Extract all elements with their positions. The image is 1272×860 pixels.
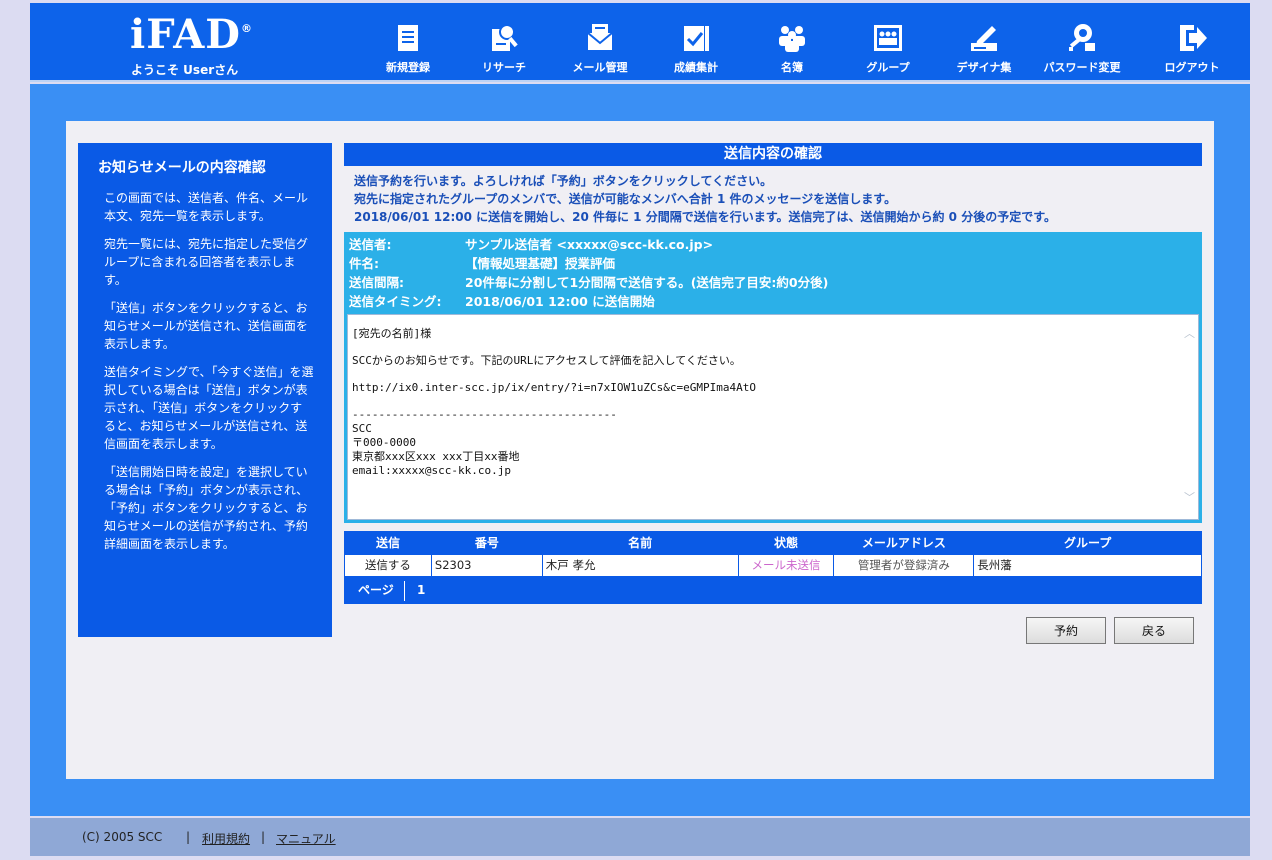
cell-status: メール未送信 xyxy=(737,553,835,577)
nav-group[interactable]: グループ xyxy=(840,21,936,79)
message-line: 東京都xxx区xxx xxx丁目xx番地 xyxy=(352,450,520,463)
interval-row: 送信間隔: 20件毎に分割して1分間隔で送信する。(送信完了目安:約0分後) xyxy=(347,273,1199,292)
footer-separator: | xyxy=(186,830,191,844)
nav-password-change[interactable]: パスワード変更 xyxy=(1034,21,1130,79)
table-header-row: 送信 番号 名前 状態 メールアドレス グループ xyxy=(345,531,1202,554)
nav-label: リサーチ xyxy=(482,61,526,74)
main-content: 送信内容の確認 送信予約を行います。よろしければ「予約」ボタンをクリックしてくだ… xyxy=(344,143,1202,604)
cell-send: 送信する xyxy=(344,553,432,577)
sidebar-paragraph: 「送信」ボタンをクリックすると、お知らせメールが送信され、送信画面を表示します。 xyxy=(104,301,308,351)
column-header: グループ xyxy=(1063,535,1112,550)
nav-label: 成績集計 xyxy=(674,61,718,74)
designer-icon xyxy=(971,26,997,51)
nav-label: グループ xyxy=(866,61,910,74)
message-line: SCC xyxy=(352,422,372,435)
footer-separator: | xyxy=(261,830,266,844)
message-line: ---------------------------------------- xyxy=(352,408,617,421)
scroll-down-icon[interactable]: ﹀ xyxy=(1184,491,1195,505)
scroll-up-icon[interactable]: ︿ xyxy=(1184,327,1195,341)
app-header: iFAD® ようこそ Userさん 新規登録 リサーチ メール管理 成績集計 名… xyxy=(30,3,1250,82)
column-header: 送信 xyxy=(375,535,400,550)
subject-value: 【情報処理基礎】授業評価 xyxy=(465,256,616,271)
column-header: 状態 xyxy=(773,535,798,550)
message-line: [宛先の名前]様 xyxy=(352,327,432,340)
logout-icon xyxy=(1180,25,1207,51)
reserve-button[interactable]: 予約 xyxy=(1026,617,1106,644)
mail-icon xyxy=(587,24,613,50)
sender-row: 送信者: サンプル送信者 <xxxxx@scc-kk.co.jp> xyxy=(347,235,1199,254)
app-logo: iFAD® xyxy=(130,11,252,58)
nav-label: デザイナ集 xyxy=(956,61,1012,74)
welcome-message: ようこそ Userさん xyxy=(131,63,239,77)
nav-roster[interactable]: 名簿 xyxy=(744,21,840,79)
nav-new-registration[interactable]: 新規登録 xyxy=(360,21,456,79)
send-info-box: 送信者: サンプル送信者 <xxxxx@scc-kk.co.jp> 件名: 【情報処… xyxy=(344,232,1202,523)
subject-label: 件名: xyxy=(349,256,379,271)
interval-label: 送信間隔: xyxy=(349,275,404,290)
cell-number: S2303 xyxy=(430,553,543,577)
sidebar-paragraph: 送信タイミングで、「今すぐ送信」を選択している場合は「送信」ボタンが表示され、「… xyxy=(104,365,314,451)
timing-label: 送信タイミング: xyxy=(349,294,442,309)
back-button[interactable]: 戻る xyxy=(1114,617,1194,644)
sidebar-paragraph: この画面では、送信者、件名、メール本文、宛先一覧を表示します。 xyxy=(104,191,309,223)
terms-link[interactable]: 利用規約 xyxy=(202,832,250,846)
message-line: 〒000-0000 xyxy=(352,436,416,449)
page-link-1[interactable]: 1 xyxy=(417,577,425,604)
table-row: 送信する S2303 木戸 孝允 メール未送信 管理者が登録済み 長州藩 xyxy=(344,553,1202,577)
timing-value: 2018/06/01 12:00 に送信開始 xyxy=(465,294,655,309)
nav-designer-collection[interactable]: デザイナ集 xyxy=(936,21,1032,79)
nav-label: ログアウト xyxy=(1164,61,1220,74)
notice-line: 宛先に指定されたグループのメンバで、送信が可能なメンバへ合計 1 件のメッセージ… xyxy=(354,192,897,206)
copyright: (C) 2005 SCC xyxy=(82,830,163,844)
group-icon xyxy=(874,25,902,51)
password-icon xyxy=(1069,24,1095,51)
sidebar-paragraph: 宛先一覧には、宛先に指定した受信グループに含まれる回答者を表示します。 xyxy=(104,237,309,287)
help-sidebar: お知らせメールの内容確認 この画面では、送信者、件名、メール本文、宛先一覧を表示… xyxy=(78,143,332,637)
nav-grade-tally[interactable]: 成績集計 xyxy=(648,21,744,79)
timing-row: 送信タイミング: 2018/06/01 12:00 に送信開始 xyxy=(347,292,1199,311)
nav-research[interactable]: リサーチ xyxy=(456,21,552,79)
column-header: 名前 xyxy=(628,535,653,550)
message-line: email:xxxxx@scc-kk.co.jp xyxy=(352,464,511,477)
logo-text: iFAD xyxy=(130,11,241,58)
pager-divider xyxy=(404,580,405,601)
notice-line: 送信予約を行います。よろしければ「予約」ボタンをクリックしてください。 xyxy=(354,174,773,188)
message-line: SCCからのお知らせです。下記のURLにアクセスして評価を記入してください。 xyxy=(352,354,741,367)
message-line: http://ix0.inter-scc.jp/ix/entry/?i=n7xI… xyxy=(352,381,756,394)
sender-label: 送信者: xyxy=(349,237,392,252)
message-body-textarea[interactable]: [宛先の名前]様 SCCからのお知らせです。下記のURLにアクセスして評価を記入… xyxy=(347,314,1199,520)
interval-value: 20件毎に分割して1分間隔で送信する。(送信完了目安:約0分後) xyxy=(465,275,829,290)
nav-label: 名簿 xyxy=(781,61,803,74)
nav-label: パスワード変更 xyxy=(1043,61,1121,74)
section-title: 送信内容の確認 xyxy=(344,143,1202,166)
document-icon xyxy=(398,25,418,51)
cell-name: 木戸 孝允 xyxy=(541,553,739,577)
manual-link[interactable]: マニュアル xyxy=(276,832,336,846)
column-header: メールアドレス xyxy=(861,535,946,550)
nav-label: 新規登録 xyxy=(386,61,430,74)
notice-text: 送信予約を行います。よろしければ「予約」ボタンをクリックしてください。 宛先に指… xyxy=(344,166,1202,226)
footer: (C) 2005 SCC | 利用規約 | マニュアル xyxy=(30,818,1250,856)
nav-logout[interactable]: ログアウト xyxy=(1144,21,1240,79)
research-icon xyxy=(492,24,518,51)
column-header: 番号 xyxy=(474,535,499,550)
cell-group: 長州藩 xyxy=(973,553,1202,577)
notice-line: 2018/06/01 12:00 に送信を開始し、20 件毎に 1 分間隔で送信… xyxy=(354,210,1057,224)
tally-icon xyxy=(684,26,709,51)
sender-value: サンプル送信者 <xxxxx@scc-kk.co.jp> xyxy=(465,237,714,252)
sidebar-paragraph: 「送信開始日時を設定」を選択している場合は「予約」ボタンが表示され、「予約」ボタ… xyxy=(104,465,309,551)
recipient-table: 送信 番号 名前 状態 メールアドレス グループ 送信する S2303 木戸 孝… xyxy=(344,531,1202,577)
cell-email: 管理者が登録済み xyxy=(833,553,975,577)
logo-registered-mark: ® xyxy=(240,22,253,35)
subject-row: 件名: 【情報処理基礎】授業評価 xyxy=(347,254,1199,273)
message-scrollbar[interactable]: ︿ ﹀ xyxy=(1181,315,1198,519)
pagination: ページ 1 xyxy=(344,576,1202,604)
sidebar-title: お知らせメールの内容確認 xyxy=(98,160,266,176)
nav-mail-management[interactable]: メール管理 xyxy=(552,21,648,79)
pager-label: ページ xyxy=(358,582,394,597)
people-icon xyxy=(779,26,805,52)
nav-label: メール管理 xyxy=(572,61,628,74)
